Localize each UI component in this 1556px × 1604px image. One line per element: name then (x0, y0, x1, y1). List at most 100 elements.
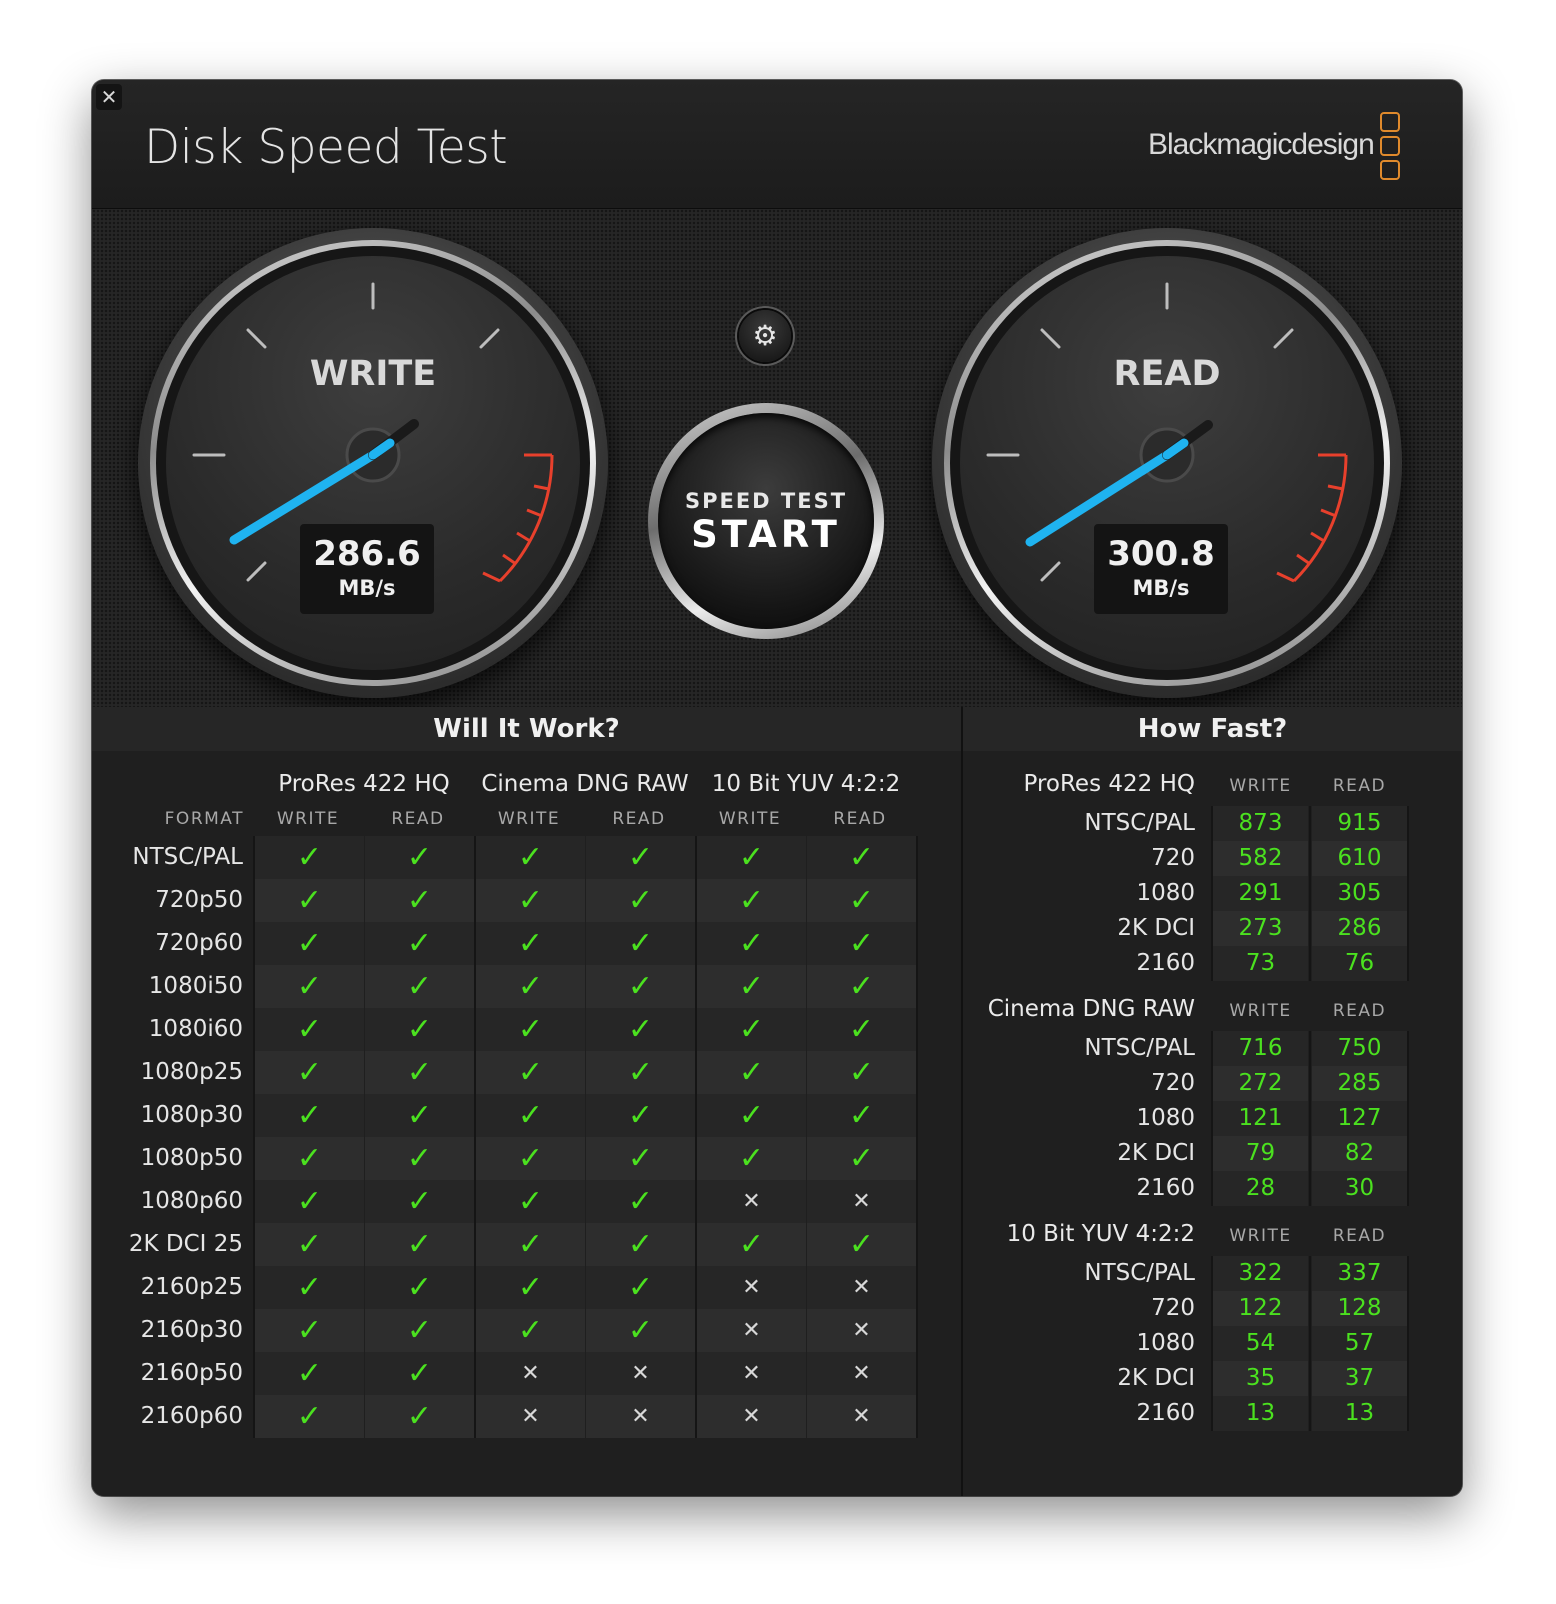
column-header-write: WRITE (276, 809, 340, 829)
format-label: 2K DCI (1117, 1365, 1195, 1391)
close-button[interactable]: ✕ (96, 84, 122, 110)
cross-icon: ✕ (697, 1180, 806, 1223)
cross-icon: ✕ (476, 1395, 585, 1438)
format-label: 2160p30 (140, 1317, 243, 1343)
format-label: 2160 (1136, 950, 1195, 976)
column-header-read: READ (1332, 776, 1387, 796)
format-label: 1080 (1136, 1330, 1195, 1356)
table-row: 2160p25 ✓ ✓ ✓ ✓ ✕ ✕ (92, 1266, 961, 1309)
brand-name: Blackmagicdesign (1148, 128, 1375, 161)
check-icon: ✓ (365, 1051, 474, 1094)
read-gauge: READ 300.8 MB/s (932, 228, 1402, 698)
check-icon: ✓ (476, 879, 585, 922)
write-fps-value: 54 (1213, 1326, 1308, 1361)
table-row: 1080p50 ✓ ✓ ✓ ✓ ✓ ✓ (92, 1137, 961, 1180)
check-icon: ✓ (586, 836, 695, 879)
column-header-write: WRITE (1229, 1001, 1292, 1021)
read-fps-value: 337 (1312, 1256, 1407, 1291)
write-fps-value: 35 (1213, 1361, 1308, 1396)
check-icon: ✓ (255, 1352, 364, 1395)
column-separator (1211, 1256, 1213, 1431)
column-header-write: WRITE (718, 809, 782, 829)
check-icon: ✓ (697, 879, 806, 922)
cross-icon: ✕ (807, 1395, 916, 1438)
read-fps-value: 915 (1312, 806, 1407, 841)
column-separator (253, 836, 255, 1438)
column-separator (1407, 1256, 1409, 1431)
check-icon: ✓ (476, 1223, 585, 1266)
check-icon: ✓ (586, 1051, 695, 1094)
gear-icon: ⚙ (752, 319, 778, 352)
format-label: 720 (1151, 1070, 1195, 1096)
format-column-header: FORMAT (164, 809, 244, 829)
app-window: ✕ Disk Speed Test Blackmagicdesign WRITE… (92, 80, 1462, 1496)
column-separator (1211, 806, 1213, 981)
check-icon: ✓ (807, 836, 916, 879)
column-header-write: WRITE (1229, 1226, 1292, 1246)
format-label: 1080 (1136, 880, 1195, 906)
check-icon: ✓ (476, 836, 585, 879)
write-fps-value: 291 (1213, 876, 1308, 911)
table-row: 2K DCI 25 ✓ ✓ ✓ ✓ ✓ ✓ (92, 1223, 961, 1266)
table-row: 1080i50 ✓ ✓ ✓ ✓ ✓ ✓ (92, 965, 961, 1008)
check-icon: ✓ (255, 1180, 364, 1223)
write-fps-value: 716 (1213, 1031, 1308, 1066)
format-label: 2160p25 (140, 1274, 243, 1300)
check-icon: ✓ (476, 1008, 585, 1051)
check-icon: ✓ (476, 1266, 585, 1309)
check-icon: ✓ (476, 922, 585, 965)
check-icon: ✓ (586, 1309, 695, 1352)
check-icon: ✓ (807, 965, 916, 1008)
check-icon: ✓ (365, 1266, 474, 1309)
table-row: NTSC/PAL ✓ ✓ ✓ ✓ ✓ ✓ (92, 836, 961, 879)
cross-icon: ✕ (697, 1266, 806, 1309)
read-readout: 300.8 MB/s (1094, 524, 1228, 614)
how-fast-group-header: 10 Bit YUV 4:2:2 (1006, 1221, 1195, 1247)
table-row: 720p50 ✓ ✓ ✓ ✓ ✓ ✓ (92, 879, 961, 922)
check-icon: ✓ (365, 1395, 474, 1438)
table-row: 1080p60 ✓ ✓ ✓ ✓ ✕ ✕ (92, 1180, 961, 1223)
start-button-caption: SPEED TEST (684, 489, 848, 513)
format-label: NTSC/PAL (1084, 1035, 1195, 1061)
start-button[interactable]: SPEED TEST START (648, 403, 884, 639)
check-icon: ✓ (255, 1094, 364, 1137)
cross-icon: ✕ (697, 1352, 806, 1395)
read-fps-value: 750 (1312, 1031, 1407, 1066)
column-header-read: READ (833, 809, 887, 829)
check-icon: ✓ (807, 879, 916, 922)
write-fps-value: 73 (1213, 946, 1308, 981)
group-header: 10 Bit YUV 4:2:2 (711, 771, 901, 797)
settings-button[interactable]: ⚙ (739, 310, 791, 362)
check-icon: ✓ (255, 1223, 364, 1266)
check-icon: ✓ (255, 1395, 364, 1438)
column-separator (1211, 1031, 1213, 1206)
write-fps-value: 121 (1213, 1101, 1308, 1136)
brand-logo-icon (1380, 112, 1400, 184)
will-it-work-header: Will It Work? (92, 707, 961, 751)
check-icon: ✓ (586, 879, 695, 922)
check-icon: ✓ (365, 1309, 474, 1352)
check-icon: ✓ (697, 1094, 806, 1137)
cross-icon: ✕ (807, 1266, 916, 1309)
write-fps-value: 273 (1213, 911, 1308, 946)
table-row: 2160p60 ✓ ✓ ✕ ✕ ✕ ✕ (92, 1395, 961, 1438)
check-icon: ✓ (476, 1094, 585, 1137)
check-icon: ✓ (255, 1137, 364, 1180)
format-label: 2K DCI (1117, 1140, 1195, 1166)
format-label: 1080 (1136, 1105, 1195, 1131)
check-icon: ✓ (365, 836, 474, 879)
group-header: ProRes 422 HQ (278, 771, 450, 797)
title-bar: ✕ Disk Speed Test Blackmagicdesign (92, 80, 1462, 209)
cross-icon: ✕ (586, 1352, 695, 1395)
write-gauge: WRITE 286.6 MB/s (138, 228, 608, 698)
write-fps-value: 582 (1213, 841, 1308, 876)
check-icon: ✓ (255, 1008, 364, 1051)
format-label: NTSC/PAL (1084, 810, 1195, 836)
cross-icon: ✕ (476, 1352, 585, 1395)
check-icon: ✓ (586, 1180, 695, 1223)
check-icon: ✓ (365, 1352, 474, 1395)
check-icon: ✓ (365, 965, 474, 1008)
read-fps-value: 127 (1312, 1101, 1407, 1136)
format-label: 2160p50 (140, 1360, 243, 1386)
check-icon: ✓ (586, 1094, 695, 1137)
